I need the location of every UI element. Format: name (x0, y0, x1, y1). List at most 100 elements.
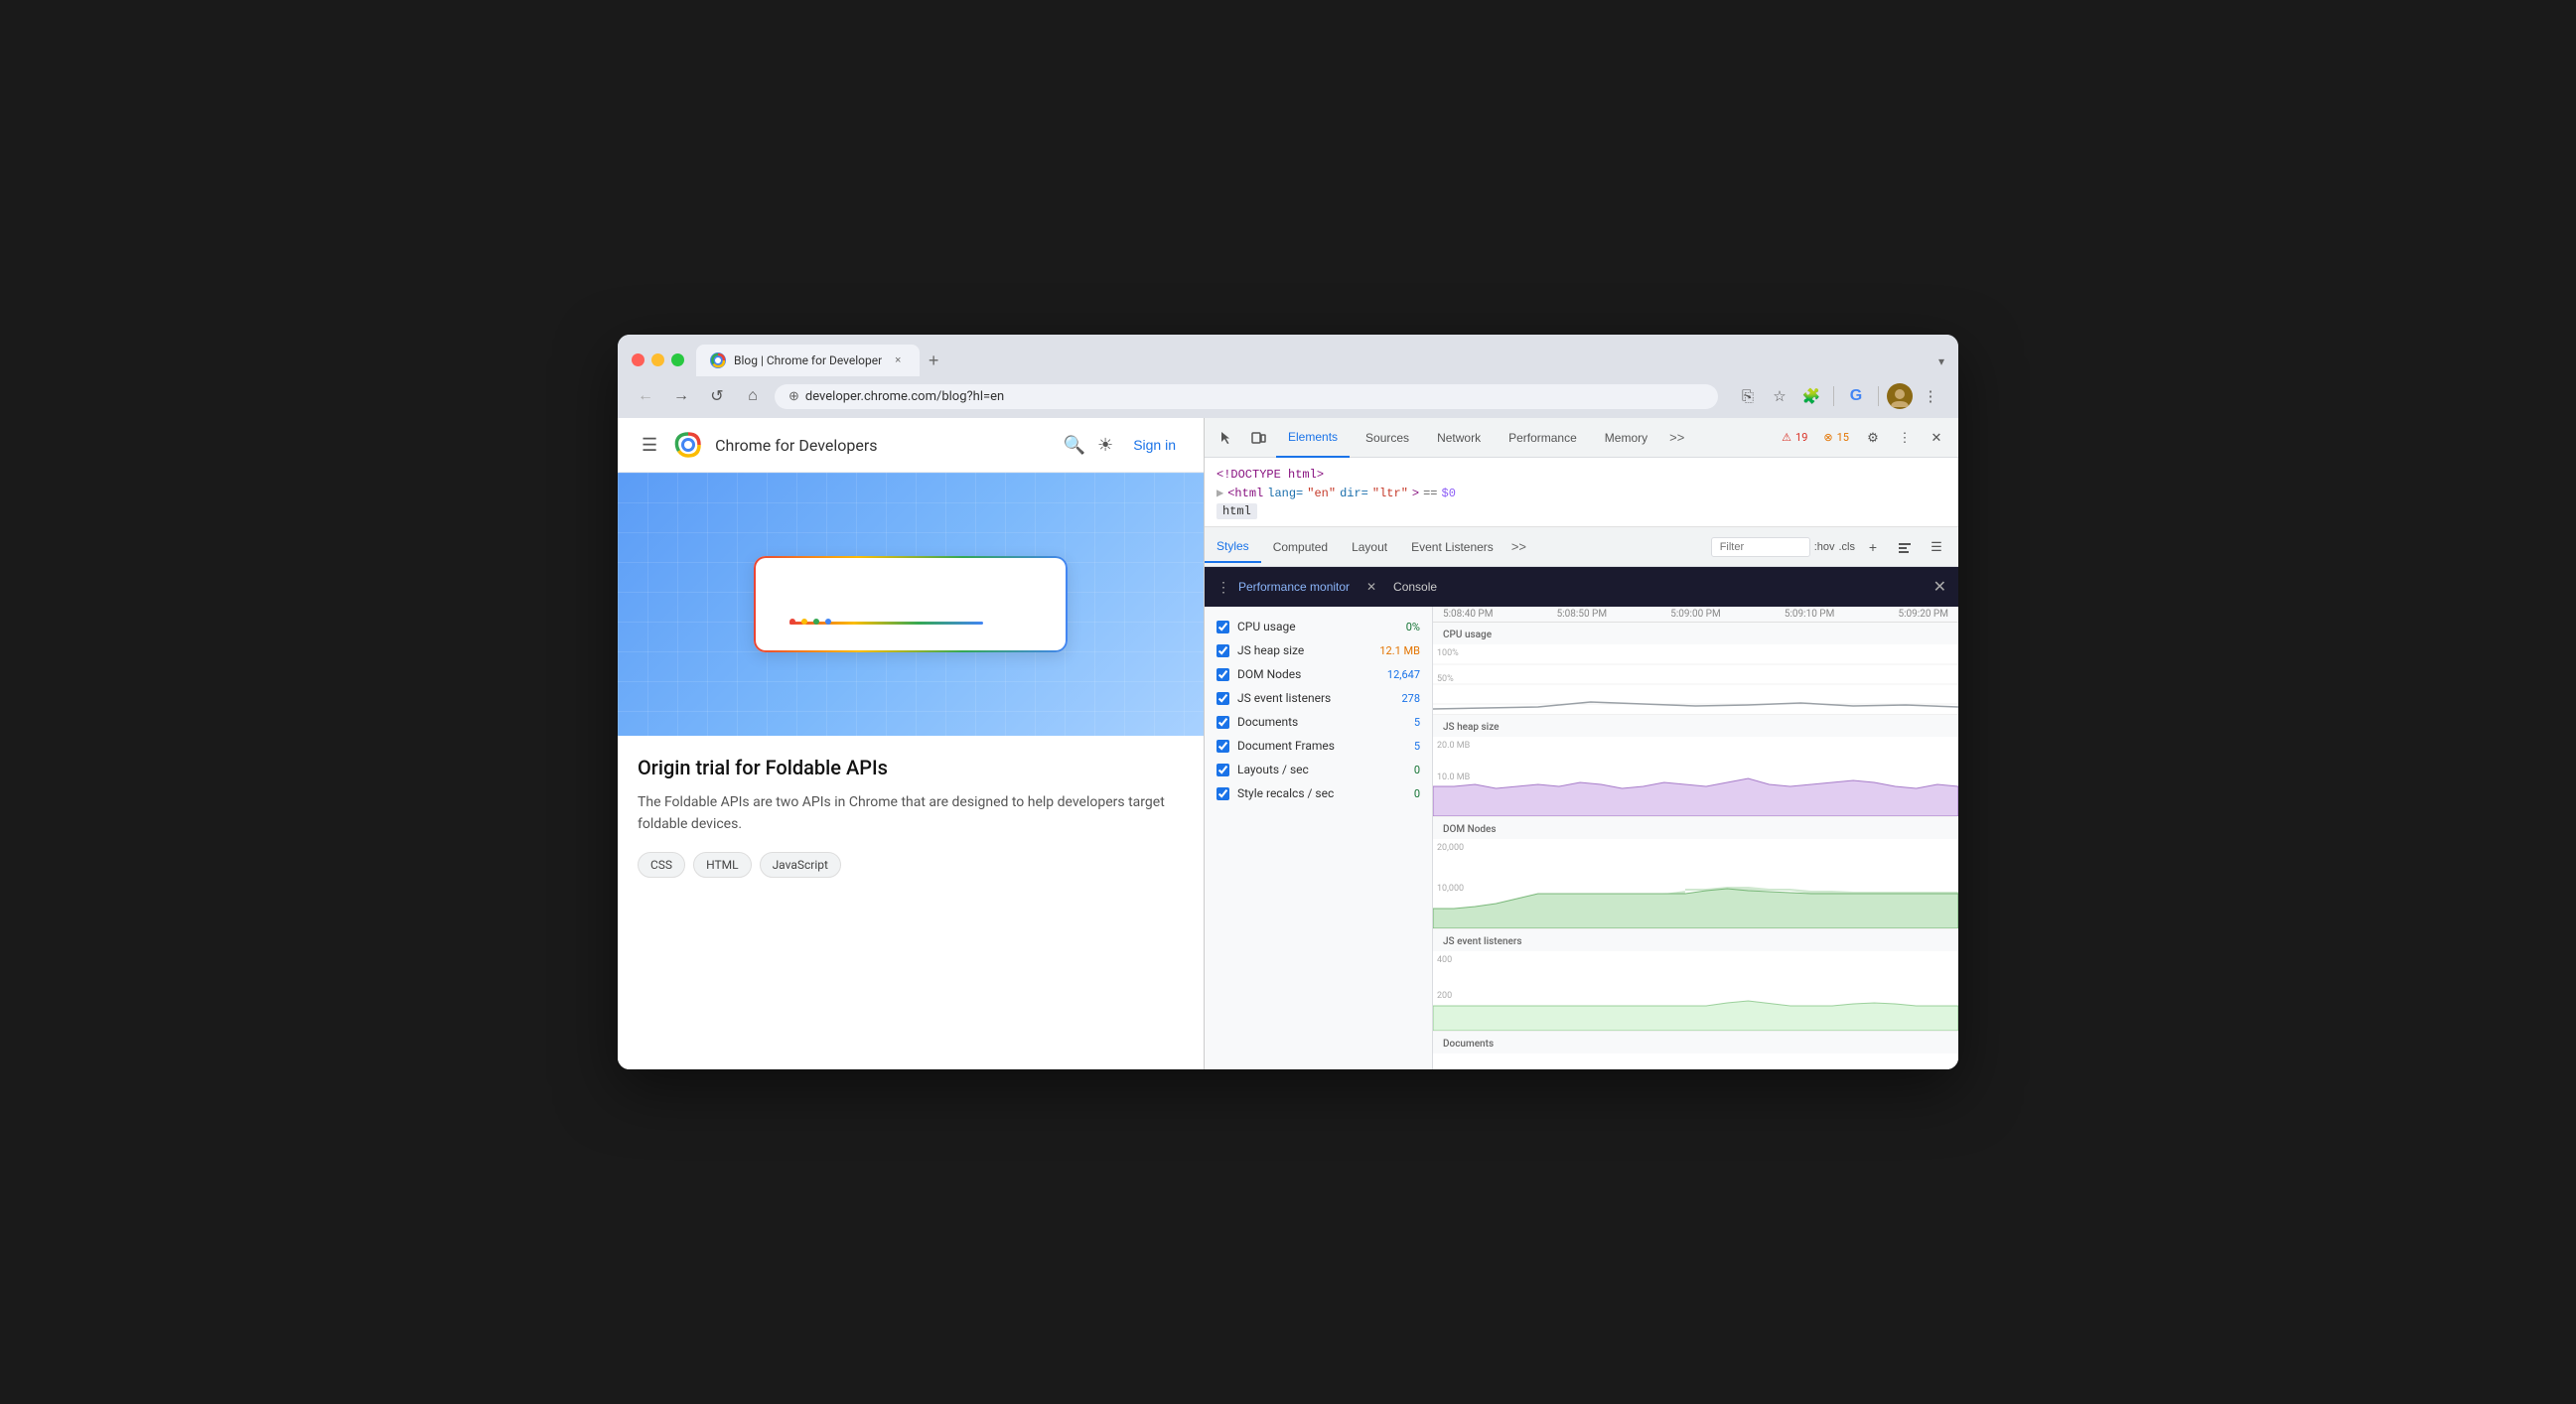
listeners-200-label: 200 (1437, 991, 1452, 1001)
devtools-more-options-button[interactable]: ⋮ (1891, 424, 1919, 452)
close-window-button[interactable] (632, 353, 644, 366)
devtools-more-tabs-button[interactable]: >> (1663, 426, 1690, 449)
metric-dom-label: DOM Nodes (1237, 667, 1362, 681)
tab-close-button[interactable]: × (890, 352, 906, 368)
back-button[interactable]: ← (632, 382, 659, 410)
devtools-inspect-button[interactable] (1213, 424, 1240, 452)
heap-20mb-label: 20.0 MB (1437, 741, 1470, 751)
documents-chart-label: Documents (1443, 1039, 1494, 1050)
cpu-chart-svg (1433, 644, 1958, 714)
html-doctype-line: <!DOCTYPE html> (1216, 466, 1946, 484)
hov-toggle[interactable]: :hov (1814, 541, 1835, 553)
tab-network[interactable]: Network (1425, 418, 1493, 458)
heap-chart-section: JS heap size 20.0 MB 10.0 MB (1433, 715, 1958, 817)
perf-tab-close-button[interactable]: ✕ (1358, 573, 1385, 601)
google-account-button[interactable]: G (1842, 382, 1870, 410)
style-icon-2[interactable]: ☰ (1923, 533, 1950, 561)
forward-button[interactable]: → (667, 382, 695, 410)
time-label-1: 5:08:40 PM (1443, 609, 1493, 620)
new-tab-button[interactable]: + (920, 347, 947, 374)
metric-documents-value: 5 (1370, 716, 1420, 729)
metric-cpu-checkbox[interactable] (1216, 621, 1229, 633)
home-button[interactable]: ⌂ (739, 382, 767, 410)
style-icon-1[interactable] (1891, 533, 1919, 561)
hamburger-button[interactable]: ☰ (638, 431, 661, 460)
tab-layout[interactable]: Layout (1340, 532, 1399, 562)
dom-chart-section: DOM Nodes 20,000 10,000 (1433, 817, 1958, 929)
html-arrow: ▶ (1216, 486, 1223, 500)
styles-filter-input[interactable] (1711, 537, 1810, 557)
sign-in-button[interactable]: Sign in (1125, 431, 1184, 459)
reload-button[interactable]: ↺ (703, 382, 731, 410)
styles-more-tabs-button[interactable]: >> (1505, 535, 1532, 558)
html-breadcrumb-line: html (1216, 502, 1946, 520)
metric-row-style-recalc: Style recalcs / sec 0 (1205, 781, 1432, 805)
tab-dropdown-icon[interactable]: ▾ (1938, 354, 1944, 376)
devtools-warnings-badge[interactable]: ⚠ 19 (1776, 429, 1813, 446)
html-element-line[interactable]: ▶ <html lang="en" dir="ltr"> == $0 (1216, 484, 1946, 502)
perf-console-tab[interactable]: Console (1393, 580, 1437, 594)
metric-heap-label: JS heap size (1237, 643, 1362, 657)
cursor-icon (1218, 430, 1234, 446)
metric-heap-checkbox[interactable] (1216, 644, 1229, 657)
perf-tab-active[interactable]: Performance monitor (1238, 580, 1350, 594)
styles-filter: :hov .cls + ☰ (1703, 533, 1958, 561)
documents-chart-canvas (1433, 1053, 1958, 1069)
tab-sources[interactable]: Sources (1354, 418, 1421, 458)
heap-10mb-label: 10.0 MB (1437, 772, 1470, 782)
cpu-chart-header: CPU usage (1433, 623, 1958, 644)
tab-memory[interactable]: Memory (1593, 418, 1659, 458)
perf-options-button[interactable]: ⋮ (1216, 579, 1230, 596)
listeners-chart-header: JS event listeners (1433, 929, 1958, 951)
metric-style-recalc-checkbox[interactable] (1216, 787, 1229, 800)
tab-computed[interactable]: Computed (1261, 532, 1340, 562)
metrics-list: CPU usage 0% JS heap size 12.1 MB DOM No… (1205, 607, 1433, 1069)
devtools-errors-badge[interactable]: ⊗ 15 (1817, 429, 1855, 446)
metric-listeners-checkbox[interactable] (1216, 692, 1229, 705)
heap-chart-label: JS heap size (1443, 722, 1500, 733)
post-description: The Foldable APIs are two APIs in Chrome… (638, 791, 1184, 836)
dom-20k-label: 20,000 (1437, 843, 1464, 853)
blog-post: Foldable APIs origin trial (618, 473, 1204, 878)
devtools-settings-button[interactable]: ⚙ (1859, 424, 1887, 452)
url-text: developer.chrome.com/blog?hl=en (805, 389, 1004, 404)
profile-icon[interactable] (1887, 383, 1913, 409)
perf-monitor-body: CPU usage 0% JS heap size 12.1 MB DOM No… (1205, 607, 1958, 1069)
bookmark-button[interactable]: ☆ (1766, 382, 1793, 410)
extensions-button[interactable]: 🧩 (1797, 382, 1825, 410)
tag-html[interactable]: HTML (693, 852, 752, 878)
address-bar: ← → ↺ ⌂ ⊕ developer.chrome.com/blog?hl=e… (618, 376, 1958, 418)
tag-javascript[interactable]: JavaScript (760, 852, 841, 878)
devtools-device-button[interactable] (1244, 424, 1272, 452)
site-name: Chrome for Developers (715, 436, 877, 455)
tab-styles[interactable]: Styles (1205, 531, 1261, 563)
header-search-button[interactable]: 🔍 (1064, 435, 1085, 456)
screen-capture-button[interactable]: ⎘ (1734, 382, 1762, 410)
add-style-button[interactable]: + (1859, 533, 1887, 561)
metric-documents-checkbox[interactable] (1216, 716, 1229, 729)
devtools-panel: Elements Sources Network Performance Mem… (1204, 418, 1958, 1069)
url-bar[interactable]: ⊕ developer.chrome.com/blog?hl=en (775, 384, 1718, 409)
devtools-close-button[interactable]: ✕ (1923, 424, 1950, 452)
listeners-chart-label: JS event listeners (1443, 936, 1522, 947)
tab-event-listeners[interactable]: Event Listeners (1399, 532, 1505, 562)
browser-tab[interactable]: Blog | Chrome for Developer × (696, 345, 920, 376)
minimize-window-button[interactable] (651, 353, 664, 366)
theme-toggle-button[interactable]: ☀ (1097, 435, 1113, 456)
heap-chart-header: JS heap size (1433, 715, 1958, 737)
tab-elements[interactable]: Elements (1276, 418, 1350, 458)
maximize-window-button[interactable] (671, 353, 684, 366)
metric-dom-checkbox[interactable] (1216, 668, 1229, 681)
metric-layouts-checkbox[interactable] (1216, 764, 1229, 776)
cls-toggle[interactable]: .cls (1839, 541, 1856, 553)
time-axis: 5:08:40 PM 5:08:50 PM 5:09:00 PM 5:09:10… (1433, 607, 1958, 623)
menu-button[interactable]: ⋮ (1917, 382, 1944, 410)
errors-count: 15 (1837, 431, 1849, 444)
tag-css[interactable]: CSS (638, 852, 685, 878)
dom-10k-label: 10,000 (1437, 884, 1464, 894)
security-icon: ⊕ (788, 389, 799, 404)
perf-panel-close-button[interactable]: ✕ (1933, 577, 1946, 597)
tab-performance[interactable]: Performance (1497, 418, 1589, 458)
metric-frames-checkbox[interactable] (1216, 740, 1229, 753)
dot-green (813, 619, 819, 625)
